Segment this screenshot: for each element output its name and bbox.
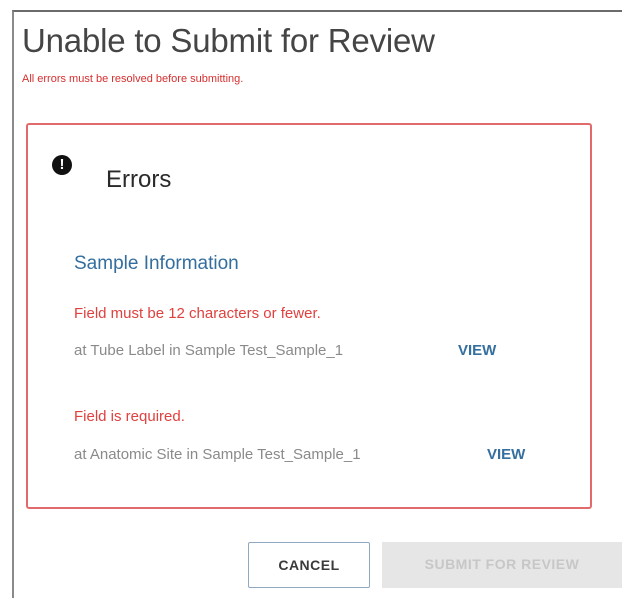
- cancel-button[interactable]: CANCEL: [248, 542, 370, 588]
- error-section-title: Sample Information: [74, 253, 239, 274]
- error-location-2: at Anatomic Site in Sample Test_Sample_1: [74, 446, 361, 463]
- view-link-2[interactable]: VIEW: [487, 446, 525, 463]
- error-message-2: Field is required.: [74, 408, 185, 425]
- error-location-1: at Tube Label in Sample Test_Sample_1: [74, 342, 344, 359]
- view-link-1[interactable]: VIEW: [458, 342, 496, 359]
- submit-for-review-button[interactable]: SUBMIT FOR REVIEW: [382, 542, 622, 588]
- dialog-subtitle: All errors must be resolved before submi…: [22, 73, 244, 85]
- errors-heading: Errors: [106, 166, 172, 193]
- exclamation-circle-icon: !: [52, 155, 72, 175]
- error-message-1: Field must be 12 characters or fewer.: [74, 305, 321, 322]
- dialog-title: Unable to Submit for Review: [22, 22, 435, 59]
